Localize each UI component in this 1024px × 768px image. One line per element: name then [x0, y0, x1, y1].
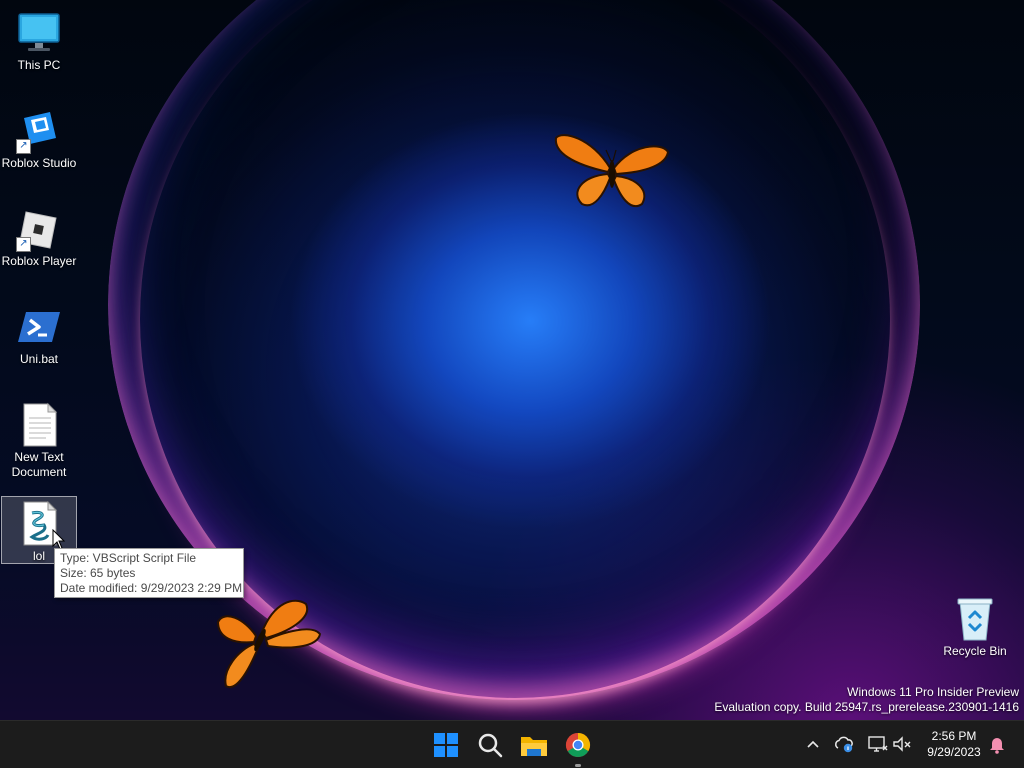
- recycle-bin-icon: [952, 596, 998, 642]
- tooltip-type: Type: VBScript Script File: [60, 551, 197, 565]
- network-status-button[interactable]: [864, 731, 890, 757]
- desktop-icon-recycle-bin[interactable]: Recycle Bin: [937, 592, 1013, 662]
- show-hidden-icons-button[interactable]: [800, 731, 826, 757]
- desktop-icon-label: Roblox Studio: [1, 156, 77, 170]
- chrome-icon: [565, 733, 591, 758]
- search-icon: [478, 733, 503, 758]
- taskbar: 2:56 PM 9/29/2023: [0, 720, 1024, 768]
- tooltip-size: Size: 65 bytes: [60, 566, 136, 580]
- desktop-icon-new-text-document[interactable]: New Text Document: [1, 398, 77, 482]
- watermark-line-build: Evaluation copy. Build 25947.rs_prerelea…: [714, 700, 1019, 714]
- cloud-info-icon: [835, 736, 853, 753]
- shortcut-arrow-icon: ↗: [16, 237, 31, 252]
- butterfly-icon: [216, 599, 322, 689]
- start-button[interactable]: [428, 727, 464, 763]
- butterfly-icon: [554, 134, 670, 207]
- desktop-icon-label: Uni.bat: [19, 352, 59, 366]
- running-indicator: [575, 764, 581, 767]
- file-explorer-icon: [521, 737, 547, 756]
- file-info-tooltip: Type: VBScript Script File Size: 65 byte…: [54, 548, 244, 598]
- desktop-icon-label: This PC: [17, 58, 61, 72]
- search-button[interactable]: [472, 727, 508, 763]
- watermark-line-edition: Windows 11 Pro Insider Preview: [847, 685, 1019, 699]
- clock-time: 2:56 PM: [931, 729, 977, 743]
- shortcut-arrow-icon: ↗: [16, 139, 31, 154]
- desktop-icon-this-pc[interactable]: This PC: [1, 6, 77, 76]
- bell-icon: [990, 738, 1004, 754]
- desktop-icon-label: Roblox Player: [1, 254, 77, 268]
- clock-button[interactable]: 2:56 PM 9/29/2023: [918, 728, 990, 760]
- volume-button[interactable]: [889, 731, 915, 757]
- desktop-icon-roblox-player[interactable]: ↗ Roblox Player: [1, 202, 77, 272]
- chrome-button[interactable]: [560, 727, 596, 767]
- desktop-wallpaper: [0, 0, 1024, 720]
- desktop-icon-label: New Text Document: [11, 450, 67, 479]
- notifications-button[interactable]: [984, 731, 1010, 757]
- chevron-up-icon: [807, 740, 819, 748]
- powershell-icon: [16, 304, 62, 350]
- tooltip-date-modified: Date modified: 9/29/2023 2:29 PM: [60, 581, 243, 595]
- start-icon: [434, 733, 458, 757]
- monitor-icon: [16, 10, 62, 56]
- roblox-player-icon: ↗: [16, 206, 62, 252]
- speaker-muted-icon: [893, 736, 911, 752]
- text-document-icon: [16, 402, 62, 448]
- clock-date: 9/29/2023: [927, 745, 981, 759]
- desktop-icon-uni-bat[interactable]: Uni.bat: [1, 300, 77, 370]
- network-disconnected-icon: [868, 736, 888, 752]
- desktop-icon-label: Recycle Bin: [943, 644, 1007, 658]
- onedrive-status-button[interactable]: [832, 731, 858, 757]
- desktop-icon-roblox-studio[interactable]: ↗ Roblox Studio: [1, 104, 77, 174]
- roblox-studio-icon: ↗: [16, 108, 62, 154]
- file-explorer-button[interactable]: [516, 727, 552, 763]
- evaluation-watermark: Windows 11 Pro Insider Preview Evaluatio…: [714, 685, 1019, 715]
